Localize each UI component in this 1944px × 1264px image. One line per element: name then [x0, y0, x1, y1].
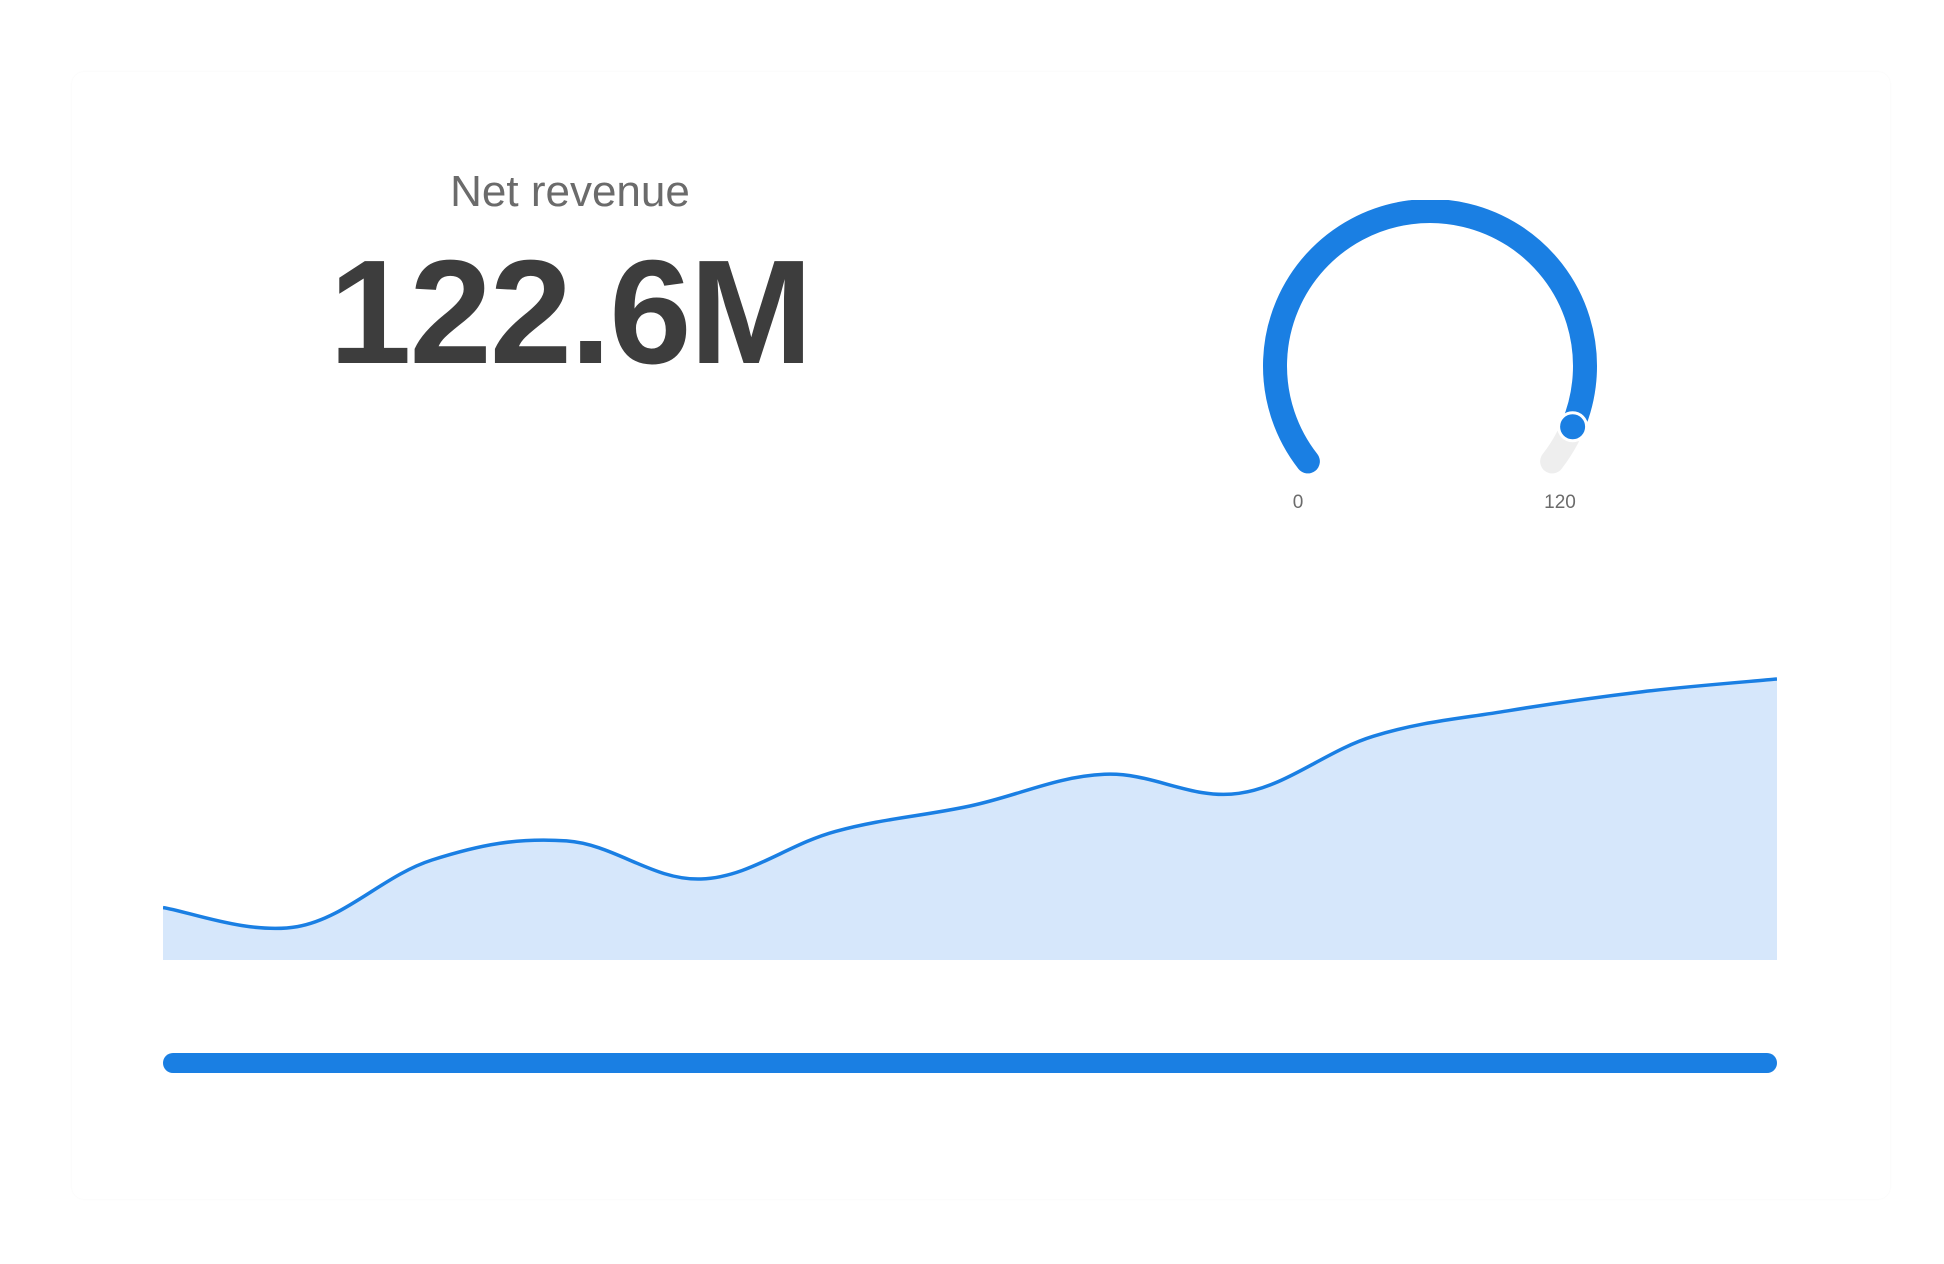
kpi-value: 122.6M [329, 230, 813, 395]
gauge-marker [1557, 411, 1589, 443]
gauge-min-label: 0 [1292, 492, 1304, 513]
gauge [1263, 200, 1597, 474]
sparkline-area [163, 679, 1777, 960]
kpi-label: Net revenue [450, 167, 690, 216]
progress-fill [163, 1053, 1777, 1073]
gauge-fill [1263, 200, 1597, 474]
progress-bar [163, 1053, 1777, 1073]
sparkline-chart [163, 677, 1777, 960]
gauge-max-label: 120 [1544, 492, 1576, 513]
